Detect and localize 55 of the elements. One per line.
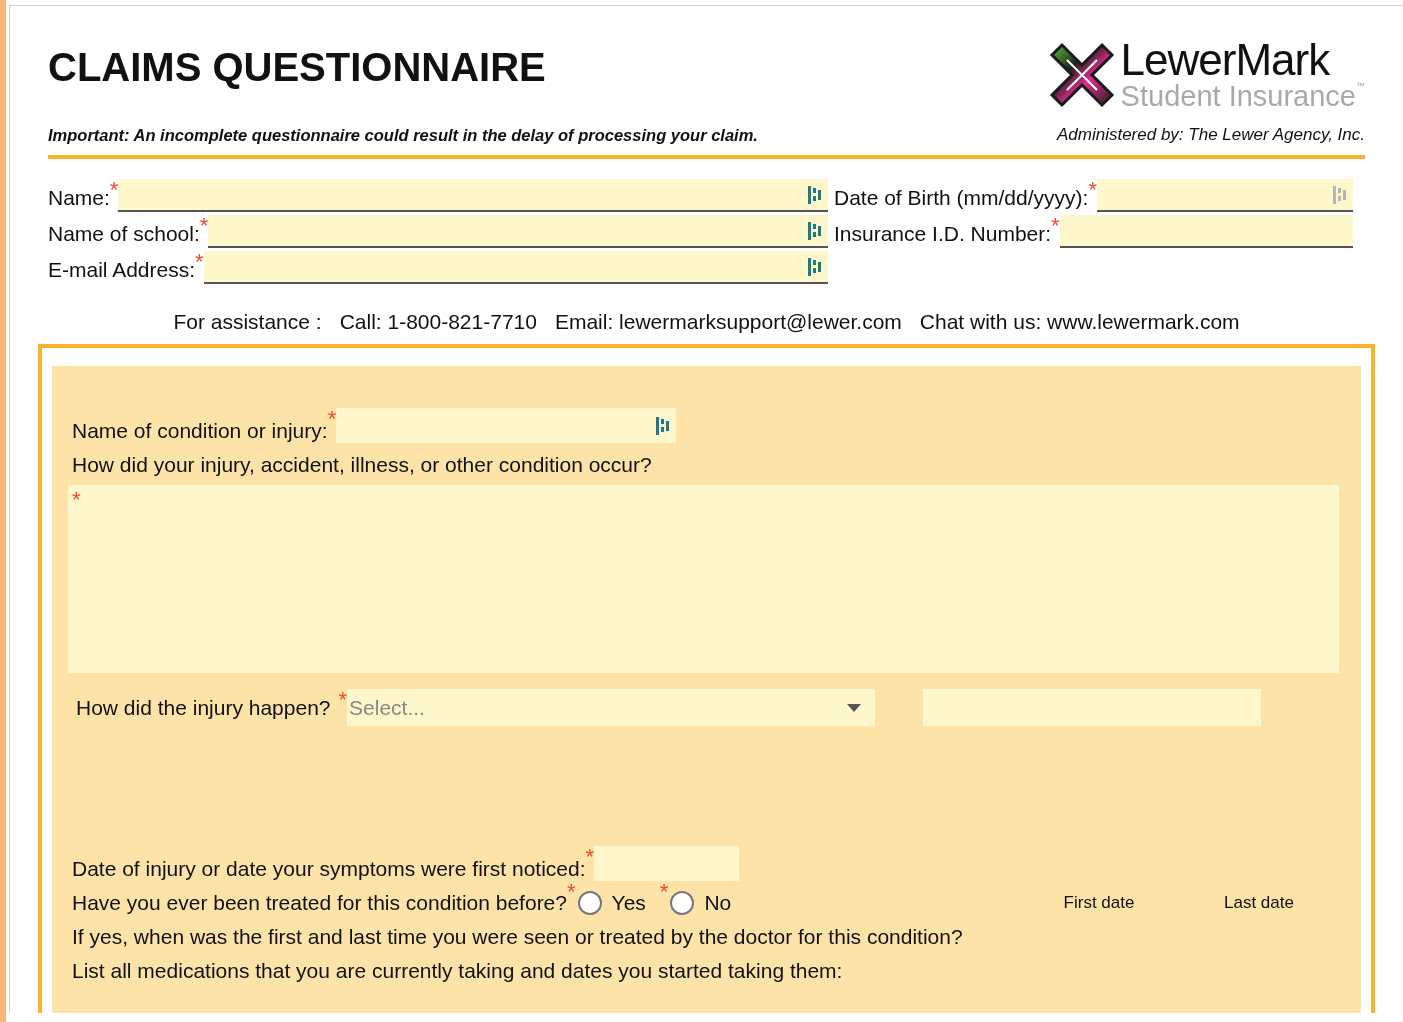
text-area[interactable]: * [68, 485, 1339, 673]
text-field[interactable] [1059, 215, 1353, 248]
required-mark: * [585, 846, 595, 868]
question-text: How did your injury, accident, illness, or other condition occur? [71, 453, 652, 477]
field-label: Date of injury or date your symptoms were first noticed: [71, 857, 586, 881]
logo-tagline: Student Insurance [1120, 82, 1356, 111]
logo-name: LewerMark [1120, 38, 1331, 82]
radio-button[interactable] [670, 891, 695, 915]
question-text: If yes, when was the first and last time you were seen or treated by the doctor for this condition? [71, 925, 963, 949]
field-label: E-mail Address: [48, 258, 196, 283]
field-label: Date of Birth (mm/dd/yyyy): [834, 186, 1089, 211]
text-field[interactable] [118, 179, 828, 212]
column-heading: Last date [1223, 893, 1295, 913]
required-mark: * [1051, 215, 1060, 237]
select-dropdown[interactable]: Select... [347, 689, 876, 726]
required-mark: * [195, 251, 204, 273]
text-field[interactable] [336, 408, 677, 443]
text-field[interactable] [208, 215, 828, 248]
caret-icon [847, 703, 862, 712]
required-mark: * [72, 487, 81, 512]
notice-text: Important: An incomplete questionnaire could result in the delay of processing your claim. [48, 126, 758, 145]
column-heading: First date [1062, 893, 1136, 913]
form-field-icon[interactable] [808, 184, 822, 205]
form-field-icon[interactable] [1333, 184, 1347, 205]
field-label: Name of condition or injury: [71, 419, 328, 443]
question-text: Have you ever been treated for this condition before? [72, 891, 567, 915]
administered-text: Administered by: The Lewer Agency, Inc. [1056, 125, 1365, 145]
text-field[interactable] [594, 846, 740, 881]
option-label: Yes [611, 891, 646, 915]
field-label: Insurance I.D. Number: [834, 222, 1052, 247]
form-title: CLAIMS QUESTIONNAIRE [48, 45, 547, 90]
required-mark: * [199, 215, 209, 237]
assistance-text: For assistance : [173, 310, 322, 334]
text-field[interactable] [1096, 179, 1353, 212]
required-mark: * [109, 179, 119, 201]
text-field[interactable] [923, 689, 1262, 726]
question-text: List all medications that you are currently taking and dates you started taking them: [71, 959, 843, 983]
field-label: How did the injury happen? [75, 695, 331, 720]
form-field-icon[interactable] [808, 220, 822, 241]
assistance-text: Chat with us: www.lewermark.com [919, 310, 1240, 334]
required-mark: * [1088, 179, 1097, 201]
field-label: Name of school: [48, 222, 200, 247]
required-mark: * [338, 689, 348, 711]
required-mark: * [567, 881, 576, 903]
form-field-icon[interactable] [808, 256, 822, 277]
trademark-sign: ™ [1356, 82, 1365, 91]
text-field[interactable] [203, 251, 828, 284]
radio-button[interactable] [577, 891, 602, 915]
assistance-text: Email: lewermarksupport@lewer.com [554, 310, 902, 334]
assistance-text: Call: 1-800-821-7710 [339, 310, 537, 334]
option-label: No [704, 891, 732, 915]
required-mark: * [659, 881, 669, 903]
form-field-icon[interactable] [656, 415, 671, 436]
required-mark: * [327, 408, 337, 430]
field-label: Name: [48, 186, 110, 211]
